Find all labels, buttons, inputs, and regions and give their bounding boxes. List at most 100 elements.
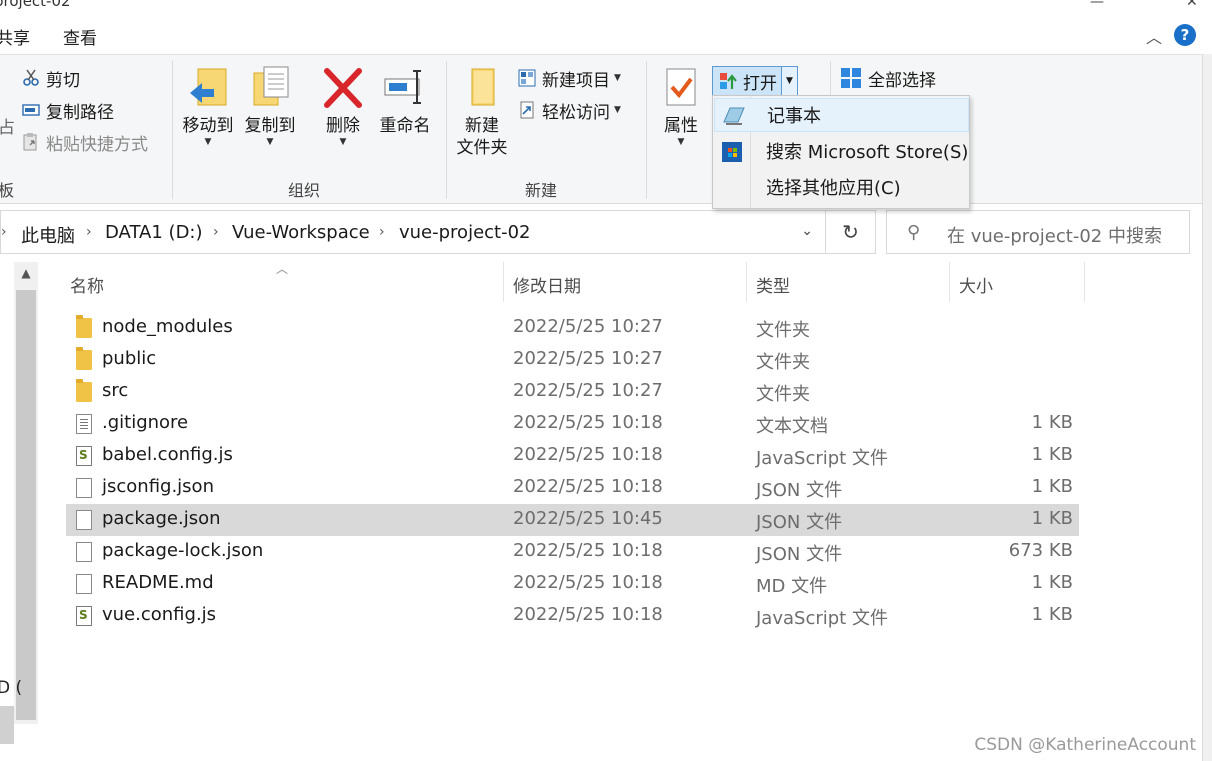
copy-to-label: 复制到 <box>244 116 296 136</box>
column-divider[interactable] <box>1084 262 1085 302</box>
delete-button[interactable]: 删除 ▼ <box>318 65 368 147</box>
cut-label: 剪切 <box>46 70 80 91</box>
column-divider[interactable] <box>503 262 504 302</box>
easy-access-button[interactable]: 轻松访问 ▼ <box>518 96 621 124</box>
file-row[interactable]: jsconfig.json 2022/5/25 10:18 JSON 文件 1 … <box>66 472 1079 504</box>
file-type: 文件夹 <box>756 352 810 373</box>
chevron-down-icon: ▼ <box>614 105 621 115</box>
file-row[interactable]: node_modules 2022/5/25 10:27 文件夹 <box>66 312 1079 344</box>
file-row[interactable]: src 2022/5/25 10:27 文件夹 <box>66 376 1079 408</box>
new-item-button[interactable]: 新建项目 ▼ <box>518 64 621 92</box>
column-name[interactable]: 名称 <box>70 272 104 297</box>
select-all-button[interactable]: 全部选择 <box>840 64 936 92</box>
properties-button[interactable]: 属性 ▼ <box>656 65 706 147</box>
file-type: JavaScript 文件 <box>756 448 888 469</box>
breadcrumb-separator-icon[interactable]: › <box>86 224 92 240</box>
breadcrumb-separator-icon[interactable]: › <box>1 224 7 240</box>
move-to-label: 移动到 <box>182 116 234 136</box>
new-folder-button[interactable]: 新建 文件夹 <box>452 65 512 159</box>
file-date: 2022/5/25 10:18 <box>513 444 663 465</box>
menu-item-label: 记事本 <box>767 106 821 127</box>
breadcrumb-separator-icon[interactable]: › <box>379 224 385 240</box>
scroll-up-icon[interactable]: ▲ <box>14 266 38 280</box>
close-button[interactable]: ✕ <box>1186 0 1198 10</box>
copy-path-button[interactable]: 复制路径 <box>22 96 114 124</box>
cut-button[interactable]: 剪切 <box>22 64 80 92</box>
file-type: JSON 文件 <box>756 544 843 565</box>
minimize-button[interactable]: — <box>1090 0 1104 10</box>
ribbon: 占 剪切 复制路径 粘贴快捷方式 板 移动到 ▼ 复制到 ▼ 删除 ▼ 重命名 … <box>0 54 1202 204</box>
select-all-label: 全部选择 <box>868 70 936 91</box>
notepad-icon <box>722 106 745 126</box>
search-input[interactable]: ⚲ 在 vue-project-02 中搜索 <box>886 210 1190 254</box>
copy-to-button[interactable]: 复制到 ▼ <box>240 65 300 147</box>
open-dropdown-chevron-icon[interactable]: ▼ <box>781 67 797 95</box>
search-placeholder: 在 vue-project-02 中搜索 <box>947 226 1162 247</box>
column-divider[interactable] <box>746 262 747 302</box>
rename-label: 重命名 <box>379 116 431 136</box>
collapse-ribbon-icon[interactable]: ︿ <box>1146 24 1162 48</box>
tab-view[interactable]: 查看 <box>63 24 97 49</box>
chevron-down-icon: ▼ <box>266 137 274 147</box>
chevron-down-icon: ▼ <box>677 137 685 147</box>
menu-item-store-search[interactable]: 搜索 Microsoft Store(S) <box>714 134 969 168</box>
address-history-chevron-icon[interactable]: ⌄ <box>801 223 813 239</box>
file-size: 1 KB <box>1031 604 1073 625</box>
file-date: 2022/5/25 10:18 <box>513 476 663 497</box>
move-to-button[interactable]: 移动到 ▼ <box>178 65 238 147</box>
refresh-button[interactable]: ↻ <box>826 210 876 254</box>
file-name: src <box>102 380 129 401</box>
paste-shortcut-icon <box>22 133 40 151</box>
column-divider[interactable] <box>949 262 950 302</box>
js-file-icon <box>76 446 92 466</box>
js-file-icon <box>76 606 92 626</box>
copy-path-icon <box>22 101 40 119</box>
file-date: 2022/5/25 10:18 <box>513 604 663 625</box>
menu-item-choose-other-app[interactable]: 选择其他应用(C) <box>714 170 969 204</box>
column-type[interactable]: 类型 <box>756 272 790 297</box>
new-folder-label-1: 新建 <box>465 116 499 136</box>
file-row[interactable]: README.md 2022/5/25 10:18 MD 文件 1 KB <box>66 568 1079 600</box>
open-icon <box>719 72 737 90</box>
chevron-down-icon: ▼ <box>204 137 212 147</box>
chevron-down-icon: ▼ <box>339 137 347 147</box>
copy-to-icon <box>248 65 292 111</box>
file-size: 1 KB <box>1031 476 1073 497</box>
file-row[interactable]: vue.config.js 2022/5/25 10:18 JavaScript… <box>66 600 1079 632</box>
breadcrumb-workspace[interactable]: Vue-Workspace <box>232 222 370 243</box>
open-button[interactable]: 打开 ▼ <box>712 66 798 96</box>
search-icon: ⚲ <box>907 222 921 243</box>
file-row[interactable]: .gitignore 2022/5/25 10:18 文本文档 1 KB <box>66 408 1079 440</box>
address-bar[interactable]: › 此电脑 › DATA1 (D:) › Vue-Workspace › vue… <box>0 210 826 254</box>
help-icon[interactable]: ? <box>1174 24 1196 46</box>
tab-share[interactable]: 共享 <box>0 24 30 49</box>
breadcrumb-current-folder[interactable]: vue-project-02 <box>399 222 531 243</box>
breadcrumb-separator-icon[interactable]: › <box>213 224 219 240</box>
menu-item-label: 选择其他应用(C) <box>766 178 901 199</box>
paste-shortcut-button[interactable]: 粘贴快捷方式 <box>22 128 148 156</box>
file-row-selected[interactable]: package.json 2022/5/25 10:45 JSON 文件 1 K… <box>66 504 1079 536</box>
scroll-thumb[interactable] <box>16 290 36 720</box>
file-name: babel.config.js <box>102 444 233 465</box>
nav-scrollbar-track <box>0 706 14 744</box>
window-right-edge <box>1202 54 1212 761</box>
menu-item-notepad[interactable]: 记事本 <box>714 98 969 132</box>
file-row[interactable]: public 2022/5/25 10:27 文件夹 <box>66 344 1079 376</box>
breadcrumb-drive[interactable]: DATA1 (D:) <box>105 222 203 243</box>
nav-item-fragment[interactable]: D ( <box>0 678 22 698</box>
paste-button-fragment[interactable]: 占 <box>0 113 15 138</box>
column-size[interactable]: 大小 <box>959 272 993 297</box>
file-name: jsconfig.json <box>102 476 214 497</box>
select-all-icon <box>840 67 862 89</box>
nav-scrollbar[interactable]: ▲ <box>14 262 38 724</box>
breadcrumb-this-pc[interactable]: 此电脑 <box>21 222 75 248</box>
file-row[interactable]: package-lock.json 2022/5/25 10:18 JSON 文… <box>66 536 1079 568</box>
refresh-icon: ↻ <box>842 220 859 244</box>
rename-button[interactable]: 重命名 <box>374 65 436 137</box>
organize-group-label: 组织 <box>288 181 321 200</box>
file-type: JSON 文件 <box>756 480 843 501</box>
column-date-modified[interactable]: 修改日期 <box>513 272 581 297</box>
file-row[interactable]: babel.config.js 2022/5/25 10:18 JavaScri… <box>66 440 1079 472</box>
file-date: 2022/5/25 10:18 <box>513 540 663 561</box>
delete-label: 删除 <box>326 116 360 136</box>
